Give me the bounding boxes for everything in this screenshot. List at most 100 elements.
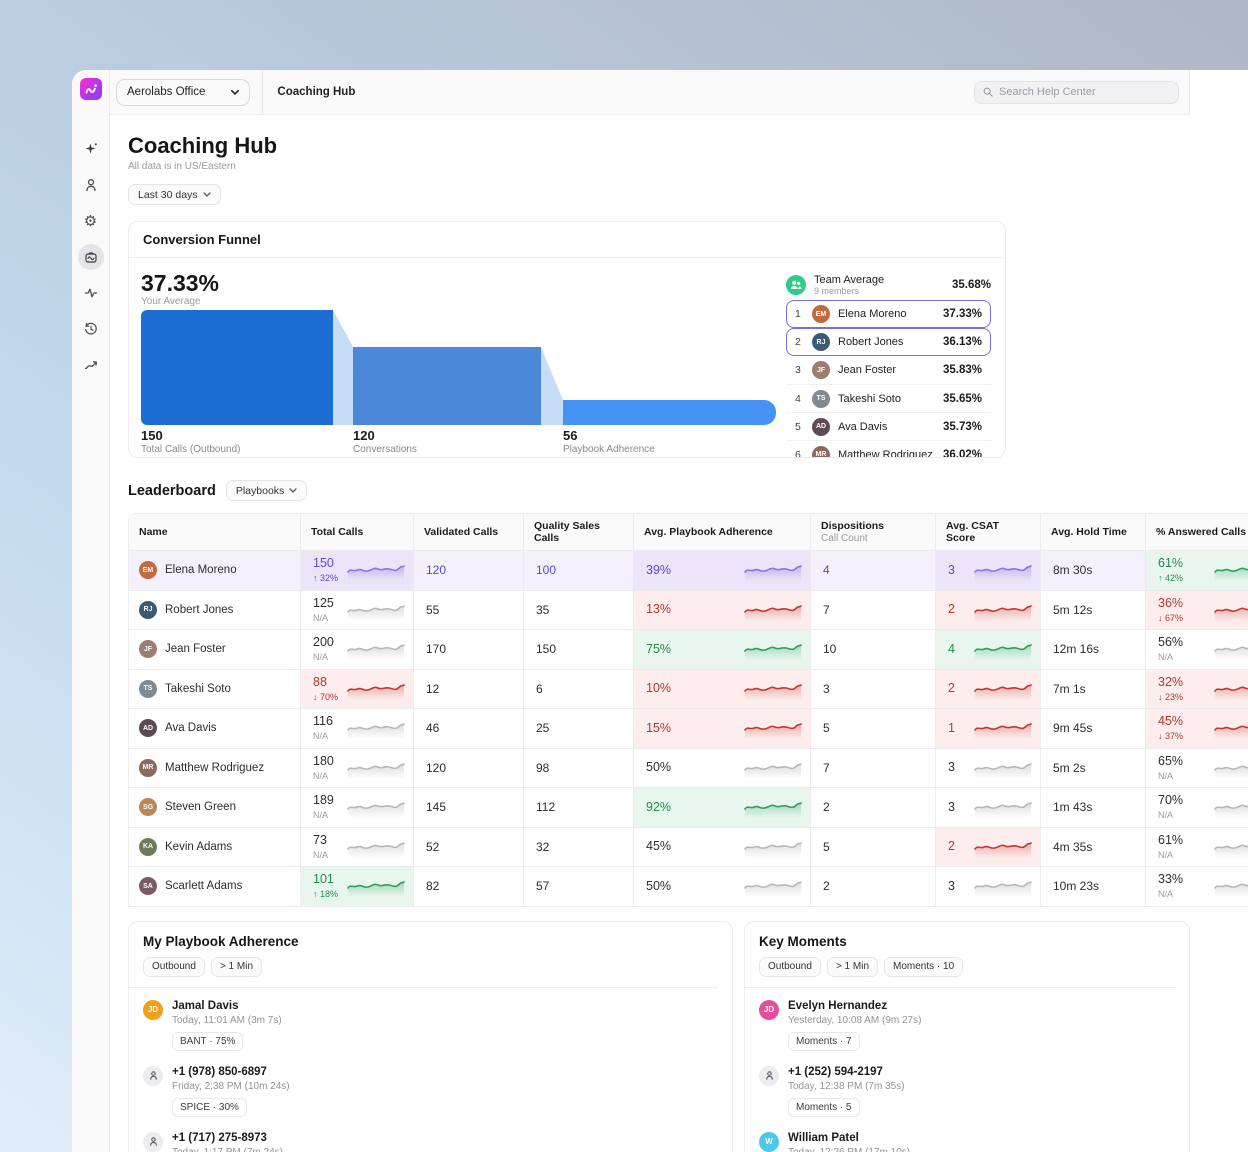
call-badge[interactable]: BANT · 75% [172, 1032, 243, 1051]
agent-name: Steven Green [165, 801, 236, 813]
name-cell: KA Kevin Adams [129, 827, 301, 867]
team-member-row[interactable]: 2 RJ Robert Jones 36.13% [786, 328, 991, 356]
metric-cell: 125N/A [301, 590, 414, 630]
team-member-row[interactable]: 1 EM Elena Moreno 37.33% [786, 300, 991, 328]
filter-chip[interactable]: > 1 Min [211, 957, 262, 977]
value-cell: 12 [414, 669, 524, 709]
call-list-item[interactable]: JD Evelyn Hernandez Yesterday, 10:08 AM … [759, 1000, 1175, 1051]
sparkline [744, 757, 802, 779]
value-cell: 145 [414, 787, 524, 827]
metric-cell: 2 [936, 590, 1041, 630]
contacts-icon[interactable] [78, 172, 104, 198]
member-value: 36.13% [943, 336, 982, 348]
sparkline [974, 875, 1032, 897]
sparkline [347, 717, 405, 739]
call-list-item[interactable]: W William Patel Today, 12:26 PM (17m 10s… [759, 1132, 1175, 1152]
call-list-item[interactable]: +1 (978) 850-6897 Friday, 2:38 PM (10m 2… [143, 1066, 718, 1117]
metric-cell: 3 [936, 787, 1041, 827]
page-subtitle: All data is in US/Eastern [128, 161, 1248, 172]
value-cell: 57 [524, 866, 634, 906]
filter-chip[interactable]: > 1 Min [827, 957, 878, 977]
coaching-hub-icon[interactable] [78, 244, 104, 270]
agent-name: Elena Moreno [165, 564, 237, 576]
value-cell: 52 [414, 827, 524, 867]
value-cell: 46 [414, 708, 524, 748]
chevron-down-icon [289, 488, 297, 493]
date-range-label: Last 30 days [138, 189, 198, 201]
value-cell: 5 [811, 708, 936, 748]
call-list-item[interactable]: +1 (717) 275-8973 Today, 1:17 PM (7m 24s… [143, 1132, 718, 1152]
filter-chip[interactable]: Outbound [759, 957, 821, 977]
metric-cell: 200N/A [301, 629, 414, 669]
caller-person-icon [143, 1066, 163, 1086]
name-cell: JF Jean Foster [129, 629, 301, 669]
call-badge[interactable]: Moments · 7 [788, 1032, 860, 1051]
member-name: Robert Jones [838, 336, 903, 348]
value-cell: 150 [524, 629, 634, 669]
hold-time-cell: 1m 43s [1041, 787, 1146, 827]
funnel-bar-3 [563, 400, 776, 425]
trend-up-icon[interactable] [78, 352, 104, 378]
metric-cell: 61%↑ 42% [1146, 550, 1248, 590]
team-member-row[interactable]: 6 MR Matthew Rodriguez 36.02% [786, 440, 991, 458]
app-window: ⚙ Aerolabs Office [72, 70, 1248, 1152]
filter-chip[interactable]: Moments · 10 [884, 957, 963, 977]
sparkline [347, 559, 405, 581]
call-time: Today, 1:17 PM (7m 24s) [172, 1147, 283, 1152]
search-placeholder: Search Help Center [999, 86, 1096, 98]
member-name: Matthew Rodriguez [838, 449, 933, 459]
call-badge[interactable]: Moments · 5 [788, 1098, 860, 1117]
moments-card-filters: Outbound > 1 Min Moments · 10 [759, 957, 1175, 977]
value-cell: 120 [414, 748, 524, 788]
value-cell: 120 [414, 550, 524, 590]
app-logo[interactable] [80, 78, 102, 100]
avatar: SA [139, 877, 157, 895]
metric-cell: 2 [936, 827, 1041, 867]
search-input[interactable]: Search Help Center [974, 81, 1179, 104]
name-cell: SG Steven Green [129, 787, 301, 827]
column-header: Avg. Hold Time [1041, 514, 1146, 550]
call-time: Today, 12:38 PM (7m 35s) [788, 1081, 905, 1092]
playbook-call-list: JD Jamal Davis Today, 11:01 AM (3m 7s) B… [129, 988, 732, 1152]
sparkline [974, 599, 1032, 621]
avatar: RJ [139, 601, 157, 619]
value-cell: 25 [524, 708, 634, 748]
hold-time-cell: 12m 16s [1041, 629, 1146, 669]
caller-person-icon [143, 1132, 163, 1152]
avatar: TS [812, 390, 830, 408]
history-clock-icon[interactable] [78, 316, 104, 342]
funnel-stage-label: 150Total Calls (Outbound) [141, 428, 241, 455]
team-member-row[interactable]: 4 TS Takeshi Soto 35.65% [786, 384, 991, 412]
caller-name: +1 (717) 275-8973 [172, 1132, 283, 1145]
settings-gear-icon[interactable]: ⚙ [78, 208, 104, 234]
hold-time-cell: 10m 23s [1041, 866, 1146, 906]
funnel-chart: 37.33% Your Average 150Total Calls (Outb… [141, 270, 776, 458]
member-name: Ava Davis [838, 421, 887, 433]
team-member-row[interactable]: 5 AD Ava Davis 35.73% [786, 412, 991, 440]
search-icon [983, 87, 993, 97]
member-value: 35.65% [943, 393, 982, 405]
name-cell: MR Matthew Rodriguez [129, 748, 301, 788]
avatar: TS [139, 680, 157, 698]
sparkline [744, 559, 802, 581]
playbooks-filter[interactable]: Playbooks [226, 480, 307, 501]
metric-cell: 73N/A [301, 827, 414, 867]
call-list-item[interactable]: JD Jamal Davis Today, 11:01 AM (3m 7s) B… [143, 1000, 718, 1051]
your-average-value: 37.33% [141, 270, 776, 296]
breadcrumb: Coaching Hub [277, 86, 355, 98]
hold-time-cell: 5m 12s [1041, 590, 1146, 630]
activity-pulse-icon[interactable] [78, 280, 104, 306]
workspace-selector[interactable]: Aerolabs Office [116, 79, 250, 106]
funnel-stage-label: 120Conversations [353, 428, 417, 455]
ai-sparkle-icon[interactable] [78, 136, 104, 162]
filter-chip[interactable]: Outbound [143, 957, 205, 977]
sparkline [1214, 875, 1248, 897]
call-list-item[interactable]: +1 (252) 594-2197 Today, 12:38 PM (7m 35… [759, 1066, 1175, 1117]
avatar: AD [812, 418, 830, 436]
funnel-connector [333, 310, 353, 425]
member-value: 35.83% [943, 364, 982, 376]
metric-cell: 32%↓ 23% [1146, 669, 1248, 709]
team-member-row[interactable]: 3 JF Jean Foster 35.83% [786, 356, 991, 384]
call-badge[interactable]: SPICE · 30% [172, 1098, 247, 1117]
date-range-filter[interactable]: Last 30 days [128, 184, 221, 205]
